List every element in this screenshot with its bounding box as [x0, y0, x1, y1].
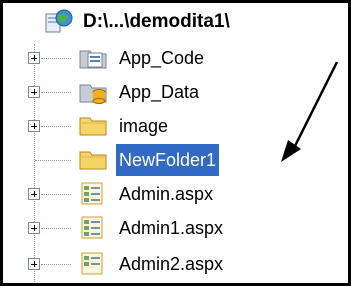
app-data-folder-icon: [78, 79, 110, 110]
tree-item-newfolder1[interactable]: NewFolder1: [0, 144, 351, 178]
tree-item-label-selected: NewFolder1: [116, 144, 220, 176]
app-code-folder-icon: [78, 45, 110, 76]
tree-root-label: D:\...\demodita1\: [83, 11, 230, 32]
tree-item-image[interactable]: image: [0, 110, 351, 144]
tree-item-admin1-aspx[interactable]: Admin1.aspx: [0, 212, 351, 246]
tree-root[interactable]: D:\...\demodita1\: [0, 6, 351, 40]
tree-connector: [41, 264, 71, 265]
aspx-file-icon: [80, 251, 106, 282]
tree-item-label: Admin1.aspx: [119, 218, 224, 238]
solution-explorer-tree: D:\...\demodita1\ App_Code App_Data imag…: [0, 0, 351, 286]
tree-item-label: App_Data: [119, 82, 200, 102]
expand-button[interactable]: [28, 52, 40, 64]
expand-button[interactable]: [28, 258, 40, 270]
expand-button[interactable]: [28, 188, 40, 200]
expand-button[interactable]: [28, 86, 40, 98]
tree-item-app-data[interactable]: App_Data: [0, 76, 351, 110]
expand-button[interactable]: [28, 222, 40, 234]
tree-item-label: Admin2.aspx: [119, 254, 224, 274]
tree-connector: [41, 58, 71, 59]
tree-item-label: App_Code: [119, 48, 205, 68]
tree-connector: [41, 228, 71, 229]
tree-connector: [41, 194, 71, 195]
aspx-file-icon: [80, 181, 106, 212]
tree-item-label: image: [119, 116, 169, 136]
web-project-globe-icon: [44, 8, 74, 41]
tree-connector: [41, 92, 71, 93]
tree-connector: [41, 126, 71, 127]
aspx-file-icon: [80, 215, 106, 246]
folder-icon: [78, 148, 110, 177]
expand-button[interactable]: [28, 120, 40, 132]
folder-icon: [78, 114, 110, 143]
tree-item-admin-aspx[interactable]: Admin.aspx: [0, 178, 351, 212]
tree-connector: [35, 160, 71, 161]
tree-item-app-code[interactable]: App_Code: [0, 42, 351, 76]
tree-item-label: Admin.aspx: [119, 184, 214, 204]
tree-item-admin2-aspx[interactable]: Admin2.aspx: [0, 248, 351, 282]
